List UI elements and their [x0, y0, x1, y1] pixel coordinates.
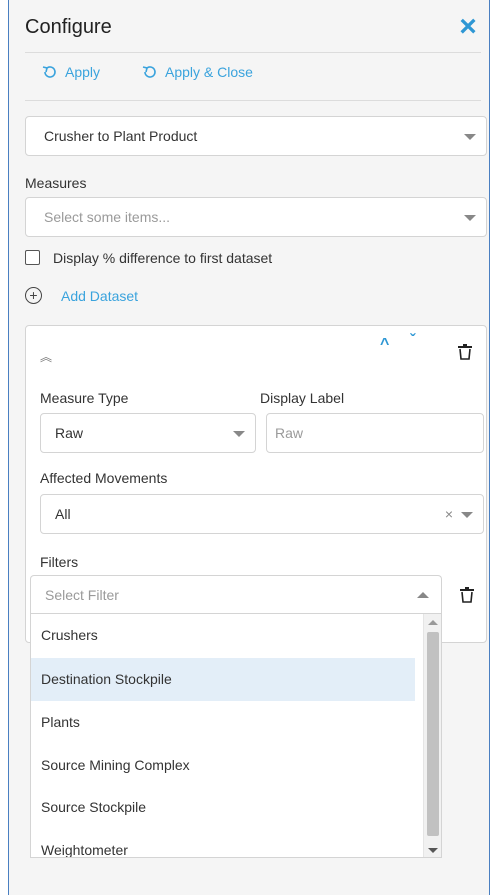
display-diff-label: Display % difference to first dataset	[53, 250, 273, 266]
clear-icon[interactable]: ×	[445, 495, 453, 533]
filter-option[interactable]: Source Mining Complex	[31, 744, 415, 787]
scrollbar-thumb[interactable]	[427, 632, 439, 836]
display-label-input[interactable]: Raw	[266, 413, 484, 453]
apply-close-label: Apply & Close	[165, 64, 253, 80]
affected-movements-label: Affected Movements	[40, 470, 168, 486]
filter-option[interactable]: Weightometer	[31, 829, 415, 857]
apply-label: Apply	[65, 64, 101, 80]
measure-type-label: Measure Type	[40, 390, 129, 406]
chevron-down-icon[interactable]: ˇ	[410, 332, 415, 350]
apply-button[interactable]: Apply	[41, 64, 100, 80]
dropdown-scrollbar[interactable]	[423, 614, 441, 857]
filter-option-highlighted[interactable]: Destination Stockpile	[31, 658, 415, 701]
filter-option[interactable]: Plants	[31, 701, 415, 744]
trash-icon[interactable]	[460, 587, 474, 603]
measure-type-select[interactable]: Raw	[40, 413, 256, 453]
filter-select[interactable]: Select Filter	[30, 575, 442, 613]
refresh-icon	[142, 66, 156, 78]
measures-select[interactable]: Select some items...	[25, 197, 487, 237]
chevron-down-icon	[461, 512, 473, 518]
scroll-down-icon[interactable]	[428, 848, 438, 853]
chevron-up-icon	[417, 592, 429, 598]
filter-option[interactable]: Crushers	[31, 614, 415, 657]
affected-movements-value: All	[55, 506, 71, 522]
filter-placeholder: Select Filter	[45, 587, 119, 603]
header-divider	[25, 52, 481, 53]
panel-title: Configure	[25, 16, 112, 38]
affected-movements-select[interactable]: All ×	[40, 494, 484, 534]
close-icon[interactable]: ×	[455, 12, 481, 42]
scroll-up-icon[interactable]	[428, 620, 438, 625]
apply-close-button[interactable]: Apply & Close	[141, 64, 253, 80]
refresh-icon	[42, 66, 56, 78]
measures-placeholder: Select some items...	[44, 209, 171, 225]
toolbar-divider	[25, 100, 481, 101]
chevron-up-icon[interactable]: ^	[380, 336, 389, 354]
display-label-label: Display Label	[260, 390, 345, 406]
chevron-down-icon	[464, 215, 476, 221]
dataset-type-select[interactable]: Crusher to Plant Product	[25, 116, 487, 156]
measure-type-value: Raw	[55, 425, 84, 441]
dataset-type-value: Crusher to Plant Product	[44, 128, 198, 144]
double-chevron-up-icon[interactable]: ︽	[40, 348, 52, 365]
display-label-placeholder: Raw	[275, 425, 304, 441]
chevron-down-icon	[233, 431, 245, 437]
plus-circle-icon[interactable]: +	[25, 287, 42, 304]
chevron-down-icon	[464, 134, 476, 140]
trash-icon[interactable]	[458, 344, 472, 360]
measures-label: Measures	[25, 175, 87, 191]
add-dataset-link[interactable]: Add Dataset	[61, 288, 138, 304]
filters-label: Filters	[40, 554, 79, 570]
filter-dropdown: Crushers Destination Stockpile Plants So…	[30, 613, 442, 858]
display-diff-checkbox[interactable]	[25, 250, 40, 265]
filter-option[interactable]: Source Stockpile	[31, 786, 415, 829]
